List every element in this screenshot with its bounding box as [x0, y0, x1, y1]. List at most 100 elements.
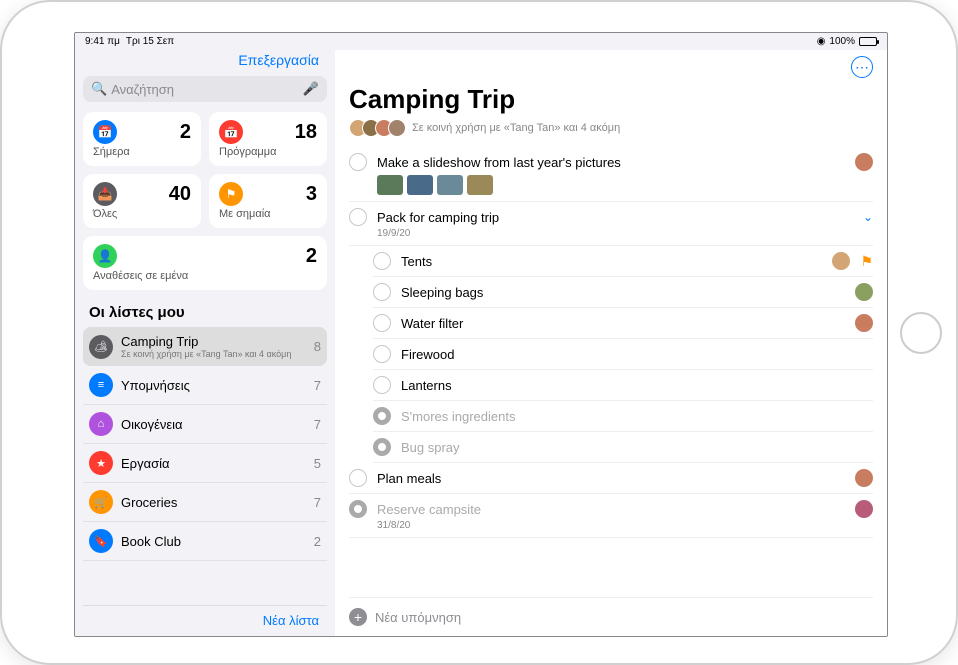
sub-reminder-item[interactable]: Bug spray	[373, 432, 873, 463]
reminder-title: Water filter	[401, 316, 845, 331]
sidebar-list-item[interactable]: 🛒Groceries7	[83, 483, 327, 522]
person-icon: 👤	[93, 244, 117, 268]
sub-items: Tents ⚑ Sleeping bags Water filter Firewood L…	[373, 246, 873, 463]
reminder-date: 19/9/20	[377, 228, 873, 239]
sub-reminder-item[interactable]: Firewood	[373, 339, 873, 370]
list-count: 7	[314, 378, 321, 393]
reminder-title: Pack for camping trip	[377, 210, 853, 225]
my-lists-header: Οι λίστες μου	[83, 300, 327, 327]
complete-circle[interactable]	[373, 252, 391, 270]
avatar	[388, 119, 406, 137]
new-list-button[interactable]: Νέα λίστα	[263, 613, 319, 628]
card-assigned[interactable]: 👤2 Αναθέσεις σε εμένα	[83, 236, 327, 290]
complete-circle[interactable]	[349, 500, 367, 518]
more-button[interactable]: ⋯	[851, 56, 873, 78]
list-icon: ≡	[89, 373, 113, 397]
home-button[interactable]	[900, 312, 942, 354]
status-bar: 9:41 πμ Τρι 15 Σεπ ◉ 100%	[75, 33, 887, 50]
sidebar-list-item[interactable]: 🔖 Book Club2	[83, 522, 327, 561]
main-panel: ⋯ Camping Trip Σε κοινή χρήση με «Tang T…	[335, 50, 887, 636]
wifi-icon: ◉	[817, 36, 826, 47]
list-icon: 🏕	[89, 335, 113, 359]
thumbnail[interactable]	[467, 175, 493, 195]
thumbnail[interactable]	[377, 175, 403, 195]
complete-circle[interactable]	[373, 407, 391, 425]
reminder-item[interactable]: Make a slideshow from last year's pictur…	[349, 147, 873, 202]
reminder-title: S'mores ingredients	[401, 409, 873, 424]
reminder-item[interactable]: Plan meals	[349, 463, 873, 494]
inbox-icon: 📥	[93, 182, 117, 206]
list-name: Book Club	[121, 534, 314, 549]
sub-reminder-item[interactable]: S'mores ingredients	[373, 401, 873, 432]
assignee-avatar	[855, 153, 873, 171]
reminder-item[interactable]: Reserve campsite31/8/20	[349, 494, 873, 538]
complete-circle[interactable]	[373, 438, 391, 456]
sub-reminder-item[interactable]: Sleeping bags	[373, 277, 873, 308]
reminder-title: Bug spray	[401, 440, 873, 455]
sidebar-list-item[interactable]: ★Εργασία5	[83, 444, 327, 483]
card-flagged[interactable]: ⚑3 Με σημαία	[209, 174, 327, 228]
complete-circle[interactable]	[349, 208, 367, 226]
ipad-device: 9:41 πμ Τρι 15 Σεπ ◉ 100% Επεξεργασία 🔍 …	[0, 0, 958, 665]
thumbnail[interactable]	[407, 175, 433, 195]
card-all[interactable]: 📥40 Όλες	[83, 174, 201, 228]
list-icon: ★	[89, 451, 113, 475]
complete-circle[interactable]	[373, 345, 391, 363]
list-name: Εργασία	[121, 456, 314, 471]
sidebar-list-item[interactable]: ⌂ Οικογένεια7	[83, 405, 327, 444]
thumbnail[interactable]	[437, 175, 463, 195]
list-icon: ⌂	[89, 412, 113, 436]
reminder-title: Tents	[401, 254, 822, 269]
share-info[interactable]: Σε κοινή χρήση με «Tang Tan» και 4 ακόμη	[349, 119, 873, 137]
chevron-down-icon[interactable]: ⌄	[863, 210, 873, 224]
card-scheduled[interactable]: 📅18 Πρόγραμμα	[209, 112, 327, 166]
search-field[interactable]: 🔍 Αναζήτηση 🎤	[83, 76, 327, 102]
reminder-title: Sleeping bags	[401, 285, 845, 300]
card-today[interactable]: 📅2 Σήμερα	[83, 112, 201, 166]
complete-circle[interactable]	[373, 283, 391, 301]
complete-circle[interactable]	[373, 314, 391, 332]
reminder-item[interactable]: Pack for camping trip ⌄ 19/9/20	[349, 202, 873, 246]
new-reminder-button[interactable]: + Νέα υπόμνηση	[349, 597, 873, 636]
sub-reminder-item[interactable]: Lanterns	[373, 370, 873, 401]
reminder-title: Firewood	[401, 347, 873, 362]
complete-circle[interactable]	[349, 153, 367, 171]
list-count: 7	[314, 417, 321, 432]
complete-circle[interactable]	[373, 376, 391, 394]
status-date: Τρι 15 Σεπ	[126, 36, 174, 47]
reminder-date: 31/8/20	[377, 520, 873, 531]
status-time: 9:41 πμ	[85, 36, 120, 47]
sidebar-list-item[interactable]: ≡ Υπομνήσεις7	[83, 366, 327, 405]
sidebar: Επεξεργασία 🔍 Αναζήτηση 🎤 📅2 Σήμερα 📅18 …	[75, 50, 335, 636]
flag-icon: ⚑	[860, 253, 873, 270]
search-icon: 🔍	[91, 81, 107, 97]
sidebar-list-item[interactable]: 🏕 Camping TripΣε κοινή χρήση με «Tang Tan…	[83, 327, 327, 366]
list-icon: 🔖	[89, 529, 113, 553]
battery-pct: 100%	[829, 36, 855, 47]
list-count: 2	[314, 534, 321, 549]
reminder-title: Make a slideshow from last year's pictur…	[377, 155, 845, 170]
reminders-container: Make a slideshow from last year's pictur…	[349, 147, 873, 597]
search-placeholder: Αναζήτηση	[111, 82, 303, 97]
screen: 9:41 πμ Τρι 15 Σεπ ◉ 100% Επεξεργασία 🔍 …	[74, 32, 888, 637]
shared-avatars	[349, 119, 406, 137]
sub-reminder-item[interactable]: Tents ⚑	[373, 246, 873, 277]
list-name: Υπομνήσεις	[121, 378, 314, 393]
list-name: Camping Trip	[121, 334, 314, 349]
edit-button[interactable]: Επεξεργασία	[238, 52, 319, 68]
list-name: Οικογένεια	[121, 417, 314, 432]
calendar-icon: 📅	[93, 120, 117, 144]
reminder-title: Lanterns	[401, 378, 873, 393]
list-subtitle: Σε κοινή χρήση με «Tang Tan» και 4 ακόμη	[121, 349, 314, 359]
battery-icon	[859, 37, 877, 46]
thumbnails	[377, 175, 873, 195]
mic-icon[interactable]: 🎤	[303, 81, 319, 97]
assignee-avatar	[832, 252, 850, 270]
sub-reminder-item[interactable]: Water filter	[373, 308, 873, 339]
complete-circle[interactable]	[349, 469, 367, 487]
list-icon: 🛒	[89, 490, 113, 514]
list-count: 8	[314, 339, 321, 354]
assignee-avatar	[855, 314, 873, 332]
assignee-avatar	[855, 283, 873, 301]
list-count: 7	[314, 495, 321, 510]
